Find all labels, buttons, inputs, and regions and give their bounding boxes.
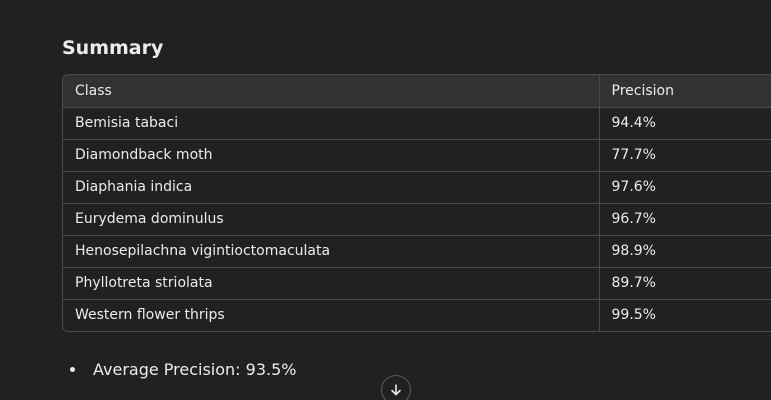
table-row: Diamondback moth 77.7% (63, 139, 771, 172)
table-header-row: Class Precision (63, 75, 771, 108)
scroll-to-bottom-button[interactable] (381, 375, 411, 400)
precision-cell: 89.7% (599, 267, 771, 300)
table-row: Diaphania indica 97.6% (63, 171, 771, 204)
class-cell: Diaphania indica (63, 171, 600, 204)
class-cell: Diamondback moth (63, 139, 600, 172)
average-precision-text: Average Precision: 93.5% (93, 360, 297, 379)
table-row: Western flower thrips 99.5% (63, 299, 771, 331)
summary-table-container: Class Precision Bemisia tabaci 94.4% Dia… (62, 74, 771, 332)
summary-bullet-list: Average Precision: 93.5% (62, 360, 296, 379)
precision-cell: 97.6% (599, 171, 771, 204)
table-row: Bemisia tabaci 94.4% (63, 107, 771, 140)
class-cell: Eurydema dominulus (63, 203, 600, 236)
summary-heading: Summary (62, 37, 164, 59)
precision-cell: 96.7% (599, 203, 771, 236)
list-item: Average Precision: 93.5% (62, 360, 296, 379)
table-row: Henosepilachna vigintioctomaculata 98.9% (63, 235, 771, 268)
precision-cell: 99.5% (611, 307, 656, 324)
precision-cell: 98.9% (599, 235, 771, 268)
column-header-precision: Precision (599, 75, 771, 108)
table-row: Phyllotreta striolata 89.7% (63, 267, 771, 300)
precision-cell: 77.7% (599, 139, 771, 172)
class-cell: Western flower thrips (63, 299, 600, 331)
column-header-class: Class (63, 75, 600, 108)
summary-table: Class Precision Bemisia tabaci 94.4% Dia… (63, 75, 771, 331)
class-cell: Bemisia tabaci (63, 107, 600, 140)
class-cell: Phyllotreta striolata (63, 267, 600, 300)
arrow-down-icon (391, 384, 401, 396)
bullet-dot (70, 367, 75, 372)
precision-cell: 94.4% (599, 107, 771, 140)
chat-page: Summary Class Precision Bemisia tabaci 9… (0, 0, 771, 400)
class-cell: Henosepilachna vigintioctomaculata (63, 235, 600, 268)
table-row: Eurydema dominulus 96.7% (63, 203, 771, 236)
